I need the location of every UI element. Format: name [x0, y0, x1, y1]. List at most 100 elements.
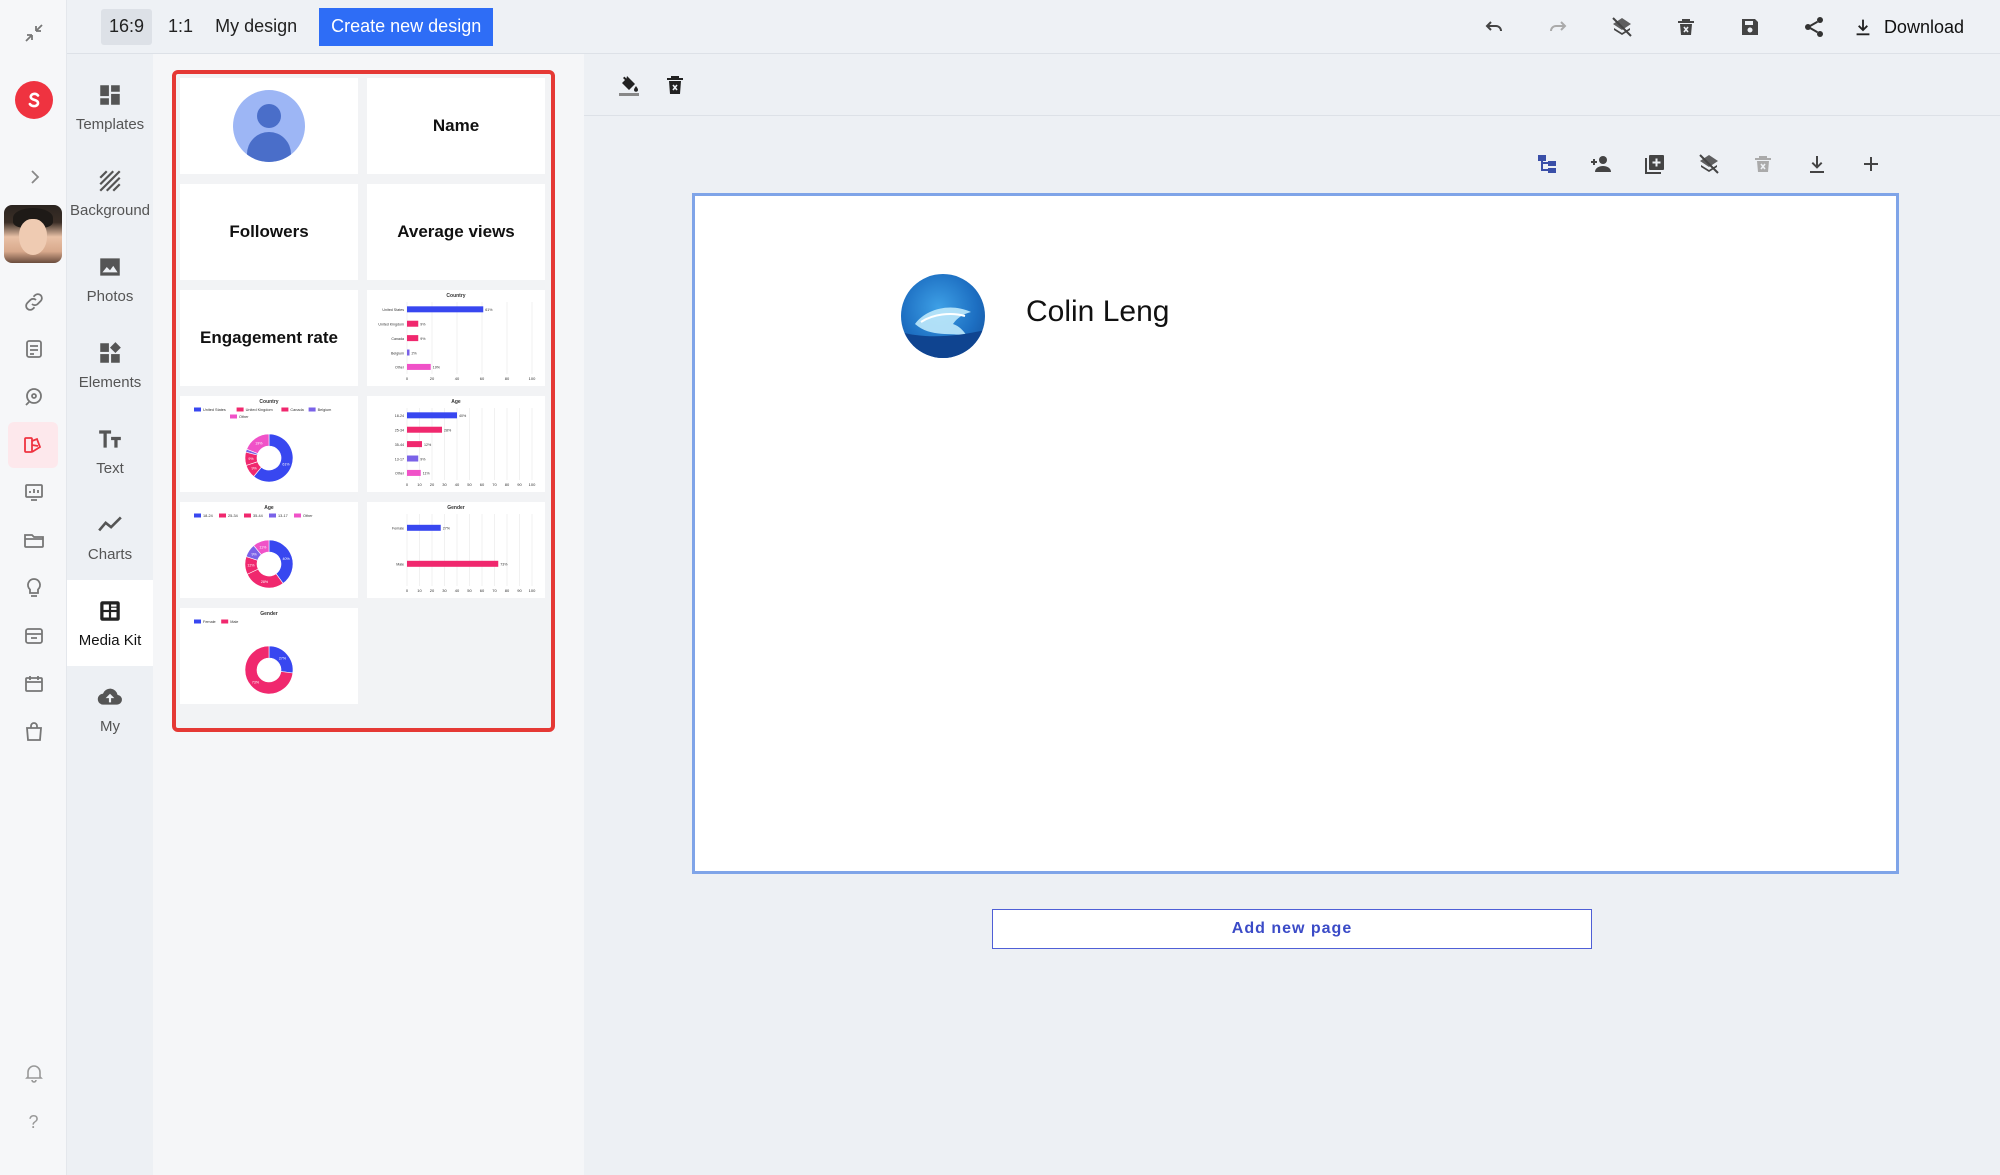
download-icon[interactable] — [1790, 142, 1844, 186]
storage-icon[interactable] — [0, 613, 67, 659]
bar — [407, 306, 484, 313]
cloud-upload-icon — [97, 688, 122, 705]
brand-avatar[interactable] — [901, 274, 985, 358]
legend-swatch — [194, 407, 201, 412]
redo-icon[interactable] — [1526, 0, 1590, 54]
tick-label: 30 — [442, 482, 447, 487]
legend-label: United States — [203, 408, 226, 412]
collapse-icon[interactable] — [0, 10, 67, 56]
calendar-icon[interactable] — [0, 661, 67, 707]
add-person-icon[interactable] — [1574, 142, 1628, 186]
name-element-tile[interactable]: Name — [367, 78, 545, 174]
category-text[interactable]: Text — [67, 408, 153, 494]
category-photos[interactable]: Photos — [67, 236, 153, 322]
fill-color-icon[interactable] — [606, 62, 652, 108]
link-icon[interactable] — [0, 279, 67, 325]
row-label: 25-34 — [395, 429, 404, 433]
share-icon[interactable] — [1782, 0, 1846, 54]
media-kit-panel: Name Followers Average views Engagement … — [153, 54, 584, 1175]
category-my[interactable]: My — [67, 666, 153, 752]
country-donut-chart-tile[interactable]: Country United States United Kingdom Canada… — [180, 396, 358, 492]
tick-label: 100 — [529, 376, 536, 381]
layers-off-icon[interactable] — [1682, 142, 1736, 186]
tick-label: 60 — [480, 482, 485, 487]
category-label: Photos — [86, 287, 134, 305]
bulb-icon[interactable] — [0, 565, 67, 611]
data-label: 11% — [423, 472, 431, 476]
delete-icon[interactable] — [1654, 0, 1718, 54]
age-donut-chart-tile[interactable]: Age 18-24 25-34 35-44 13-17 Other 40% 28% 12% 9% 1… — [180, 502, 358, 598]
gender-bar-chart-tile[interactable]: Gender 0 10 20 30 40 50 60 70 80 90 100 Female 27% Mal… — [367, 502, 545, 598]
bar — [407, 335, 419, 342]
followers-element-tile[interactable]: Followers — [180, 184, 358, 280]
brand-name-text[interactable]: Colin Leng — [1026, 295, 1169, 329]
category-background[interactable]: Background — [67, 150, 153, 236]
category-label: Background — [69, 201, 151, 219]
shop-icon[interactable] — [0, 709, 67, 755]
help-icon[interactable]: ? — [0, 1099, 67, 1145]
save-icon[interactable] — [1718, 0, 1782, 54]
tick-label: 50 — [467, 588, 472, 593]
top-actions: Download — [1462, 0, 2000, 54]
data-label: 27% — [443, 527, 451, 531]
tick-label: 80 — [505, 376, 510, 381]
hierarchy-icon[interactable] — [1520, 142, 1574, 186]
row-label: 35-44 — [395, 443, 404, 447]
slice-label: 9% — [252, 467, 258, 471]
add-new-page-button[interactable]: Add new page — [992, 909, 1592, 949]
legend-swatch — [269, 513, 276, 518]
legend-label: United Kingdom — [246, 408, 273, 412]
download-label: Download — [1883, 16, 1964, 37]
tick-label: 90 — [517, 482, 522, 487]
tick-label: 20 — [430, 376, 435, 381]
delete-icon[interactable] — [652, 62, 698, 108]
age-bar-chart-tile[interactable]: Age 0 10 20 30 40 50 60 70 80 90 100 18-24 40% 25-34 28… — [367, 396, 545, 492]
plus-icon[interactable] — [1844, 142, 1898, 186]
bell-icon[interactable] — [0, 1050, 67, 1096]
category-label: Media Kit — [78, 631, 142, 649]
gender-donut-chart-tile[interactable]: Gender Female Male 27% 73% — [180, 608, 358, 704]
category-media-kit[interactable]: Media Kit — [67, 580, 153, 666]
row-label: Female — [392, 527, 404, 531]
data-label: 9% — [420, 337, 426, 341]
notes-icon[interactable] — [0, 326, 67, 372]
legend-label: 13-17 — [278, 514, 288, 518]
templates-icon — [100, 84, 120, 105]
chart-title: Country — [446, 293, 465, 299]
category-charts[interactable]: Charts — [67, 494, 153, 580]
download-button[interactable]: Download — [1846, 16, 2000, 38]
chat-search-icon[interactable] — [0, 374, 67, 420]
category-templates[interactable]: Templates — [67, 64, 153, 150]
ratio-1-1-button[interactable]: 1:1 — [160, 9, 201, 45]
logo-icon[interactable] — [15, 81, 53, 119]
data-label: 12% — [424, 443, 432, 447]
page-toolbar — [1520, 142, 1898, 186]
bar — [407, 560, 499, 567]
tick-label: 40 — [455, 588, 460, 593]
country-bar-chart-tile[interactable]: Country 0 20 40 60 80 100 United States 61% Unite… — [367, 290, 545, 386]
chevron-right-icon[interactable] — [0, 154, 67, 200]
category-elements[interactable]: Elements — [67, 322, 153, 408]
fish-logo-icon — [901, 307, 985, 358]
ratio-16-9-button[interactable]: 16:9 — [101, 8, 153, 45]
presentation-icon[interactable] — [0, 469, 67, 515]
engagement-rate-element-tile[interactable]: Engagement rate — [180, 290, 358, 386]
avatar-element-tile[interactable] — [180, 78, 358, 174]
design-icon[interactable] — [8, 422, 58, 468]
tick-label: 0 — [406, 588, 409, 593]
design-title[interactable]: My design — [215, 16, 297, 37]
undo-icon[interactable] — [1462, 0, 1526, 54]
category-label: My — [100, 717, 120, 735]
user-avatar[interactable] — [4, 205, 62, 263]
layers-off-icon[interactable] — [1590, 0, 1654, 54]
gender-donut-chart: Gender Female Male 27% 73% — [194, 611, 294, 695]
media-kit-icon — [100, 600, 120, 621]
average-views-element-tile[interactable]: Average views — [367, 184, 545, 280]
add-page-icon[interactable] — [1628, 142, 1682, 186]
chart-title: Gender — [447, 505, 465, 511]
design-page[interactable]: Colin Leng — [692, 193, 1899, 874]
create-new-design-button[interactable]: Create new design — [319, 7, 494, 46]
category-label: Templates — [75, 115, 145, 133]
delete-icon[interactable] — [1736, 142, 1790, 186]
folder-icon[interactable] — [0, 517, 67, 563]
